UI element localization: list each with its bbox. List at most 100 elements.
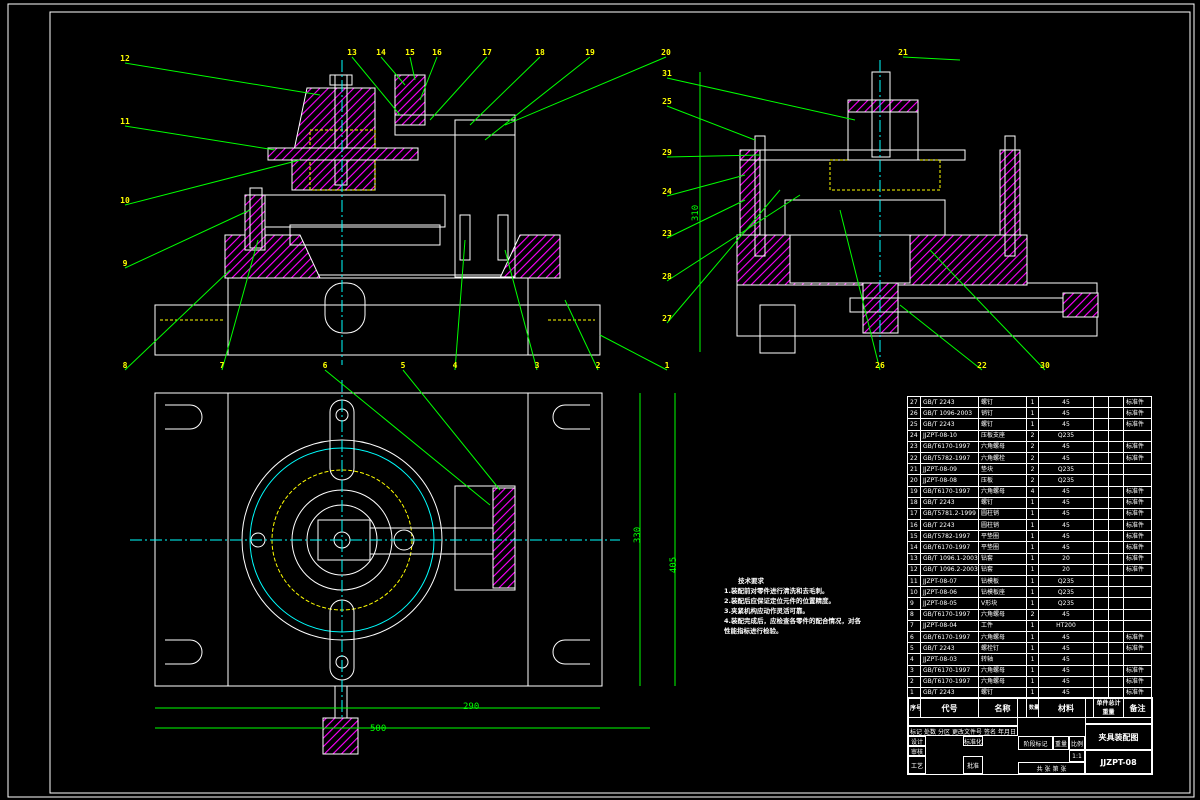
- leader-line: [666, 174, 746, 197]
- cell-unit: [1093, 451, 1109, 465]
- cell-total: [1108, 574, 1124, 588]
- cell-no: 13: [907, 552, 921, 565]
- cell-remark: 标准件: [1123, 418, 1152, 431]
- callout-31: 31: [662, 69, 672, 78]
- cell-no: 2: [907, 675, 921, 688]
- leader-line: [324, 369, 491, 506]
- callout-24: 24: [662, 187, 672, 196]
- cell-code: JJZPT-08-07: [920, 574, 979, 588]
- cell-unit: [1093, 541, 1109, 554]
- cell-name: 六角螺母: [978, 485, 1027, 498]
- revision-header: 标记 处数 分区 更改文件号 签名 年月日: [908, 726, 1018, 736]
- cell-total: [1108, 675, 1124, 688]
- cell-no: 15: [907, 530, 921, 543]
- callout-3: 3: [534, 361, 540, 370]
- cell-qty: 2: [1026, 429, 1039, 442]
- parts-row: 13 GB/T 1096.1-2003 钻套 1 20 标准件: [907, 552, 1152, 565]
- cell-code: JJZPT-08-10: [920, 429, 979, 442]
- cell-unit: [1093, 474, 1109, 487]
- parts-row: 27 GB/T 2243 螺钉 1 45 标准件: [907, 395, 1152, 409]
- leader-line: [666, 77, 856, 121]
- tb-process: 工艺: [908, 756, 926, 774]
- cell-name: 压板: [978, 474, 1027, 487]
- note-4: 4.装配完成后，应检查各零件的配合情况，对各: [724, 617, 861, 625]
- cell-material: Q235: [1038, 586, 1094, 599]
- callout-15: 15: [405, 48, 415, 57]
- cell-qty: 2: [1026, 463, 1039, 476]
- cell-total: [1108, 664, 1124, 677]
- cell-total: [1108, 519, 1124, 532]
- cell-unit: [1093, 407, 1109, 420]
- leader-line: [124, 62, 321, 96]
- cell-unit: [1093, 429, 1109, 442]
- leader-line: [902, 56, 961, 61]
- callout-17: 17: [482, 48, 492, 57]
- parts-row: 19 GB/T6170-1997 六角螺母 4 45 标准件: [907, 485, 1152, 498]
- cell-material: 45: [1038, 451, 1094, 465]
- cell-name: V形块: [978, 597, 1027, 610]
- cell-code: GB/T6170-1997: [920, 608, 979, 621]
- cell-material: Q235: [1038, 574, 1094, 588]
- cell-no: 11: [907, 574, 921, 588]
- drawing-number: JJZPT-08: [1085, 750, 1152, 774]
- cell-qty: 1: [1026, 541, 1039, 554]
- cell-remark: 标准件: [1123, 664, 1152, 677]
- cell-material: Q235: [1038, 474, 1094, 487]
- cell-total: [1108, 608, 1124, 621]
- cell-material: Q235: [1038, 463, 1094, 476]
- cell-no: 22: [907, 451, 921, 465]
- cell-remark: [1123, 463, 1152, 476]
- cell-unit: [1093, 507, 1109, 521]
- cell-unit: [1093, 586, 1109, 599]
- cell-qty: 1: [1026, 675, 1039, 688]
- cell-material: 20: [1038, 552, 1094, 565]
- cell-remark: [1123, 574, 1152, 588]
- notes-title: 技术要求: [738, 577, 764, 585]
- note-5: 性能指标进行检验。: [724, 627, 783, 635]
- cell-material: 45: [1038, 664, 1094, 677]
- cell-unit: [1093, 563, 1109, 577]
- title-block: 标记 处数 分区 更改文件号 签名 年月日 设计 标准化 审核 工艺 批准 阶段标记 重量…: [907, 697, 1153, 775]
- side-view: [736, 71, 1099, 354]
- cell-name: 垫块: [978, 463, 1027, 476]
- cell-material: 20: [1038, 563, 1094, 577]
- cell-qty: 1: [1026, 530, 1039, 543]
- cell-unit: [1093, 574, 1109, 588]
- cell-material: 45: [1038, 395, 1094, 409]
- cell-code: GB/T 1096.2-2003: [920, 563, 979, 577]
- cell-material: HT200: [1038, 619, 1094, 632]
- cell-name: 螺钉: [978, 395, 1027, 409]
- front-view: [154, 74, 601, 356]
- cell-name: 转轴: [978, 653, 1027, 666]
- cell-material: 45: [1038, 630, 1094, 644]
- dim-500: 500: [370, 724, 387, 734]
- dim-405: 405: [669, 556, 680, 574]
- cell-remark: [1123, 429, 1152, 442]
- cell-code: GB/T6170-1997: [920, 485, 979, 498]
- cell-remark: 标准件: [1123, 530, 1152, 543]
- callout-7: 7: [219, 361, 225, 370]
- cell-remark: 标准件: [1123, 552, 1152, 565]
- parts-row: 4 JJZPT-08-03 转轴 1 45: [907, 653, 1152, 666]
- cell-code: GB/T 2243: [920, 642, 979, 655]
- cell-total: [1108, 440, 1124, 453]
- cell-name: 六角螺栓: [978, 451, 1027, 465]
- callout-29: 29: [662, 148, 672, 157]
- tb-sheets: 共 张 第 张: [1018, 762, 1085, 774]
- cell-no: 21: [907, 463, 921, 476]
- tb-count: 处数: [923, 728, 936, 736]
- cell-remark: 标准件: [1123, 496, 1152, 509]
- cell-remark: 标准件: [1123, 675, 1152, 688]
- cell-no: 20: [907, 474, 921, 487]
- cell-total: [1108, 586, 1124, 599]
- cell-qty: 1: [1026, 597, 1039, 610]
- cell-total: [1108, 653, 1124, 666]
- callout-2: 2: [595, 361, 601, 370]
- parts-row: 21 JJZPT-08-09 垫块 2 Q235: [907, 463, 1152, 476]
- cell-name: 圆柱销: [978, 519, 1027, 532]
- callout-6: 6: [322, 361, 328, 370]
- cell-no: 23: [907, 440, 921, 453]
- cell-qty: 1: [1026, 642, 1039, 655]
- leader-line: [899, 304, 983, 371]
- cell-remark: 标准件: [1123, 440, 1152, 453]
